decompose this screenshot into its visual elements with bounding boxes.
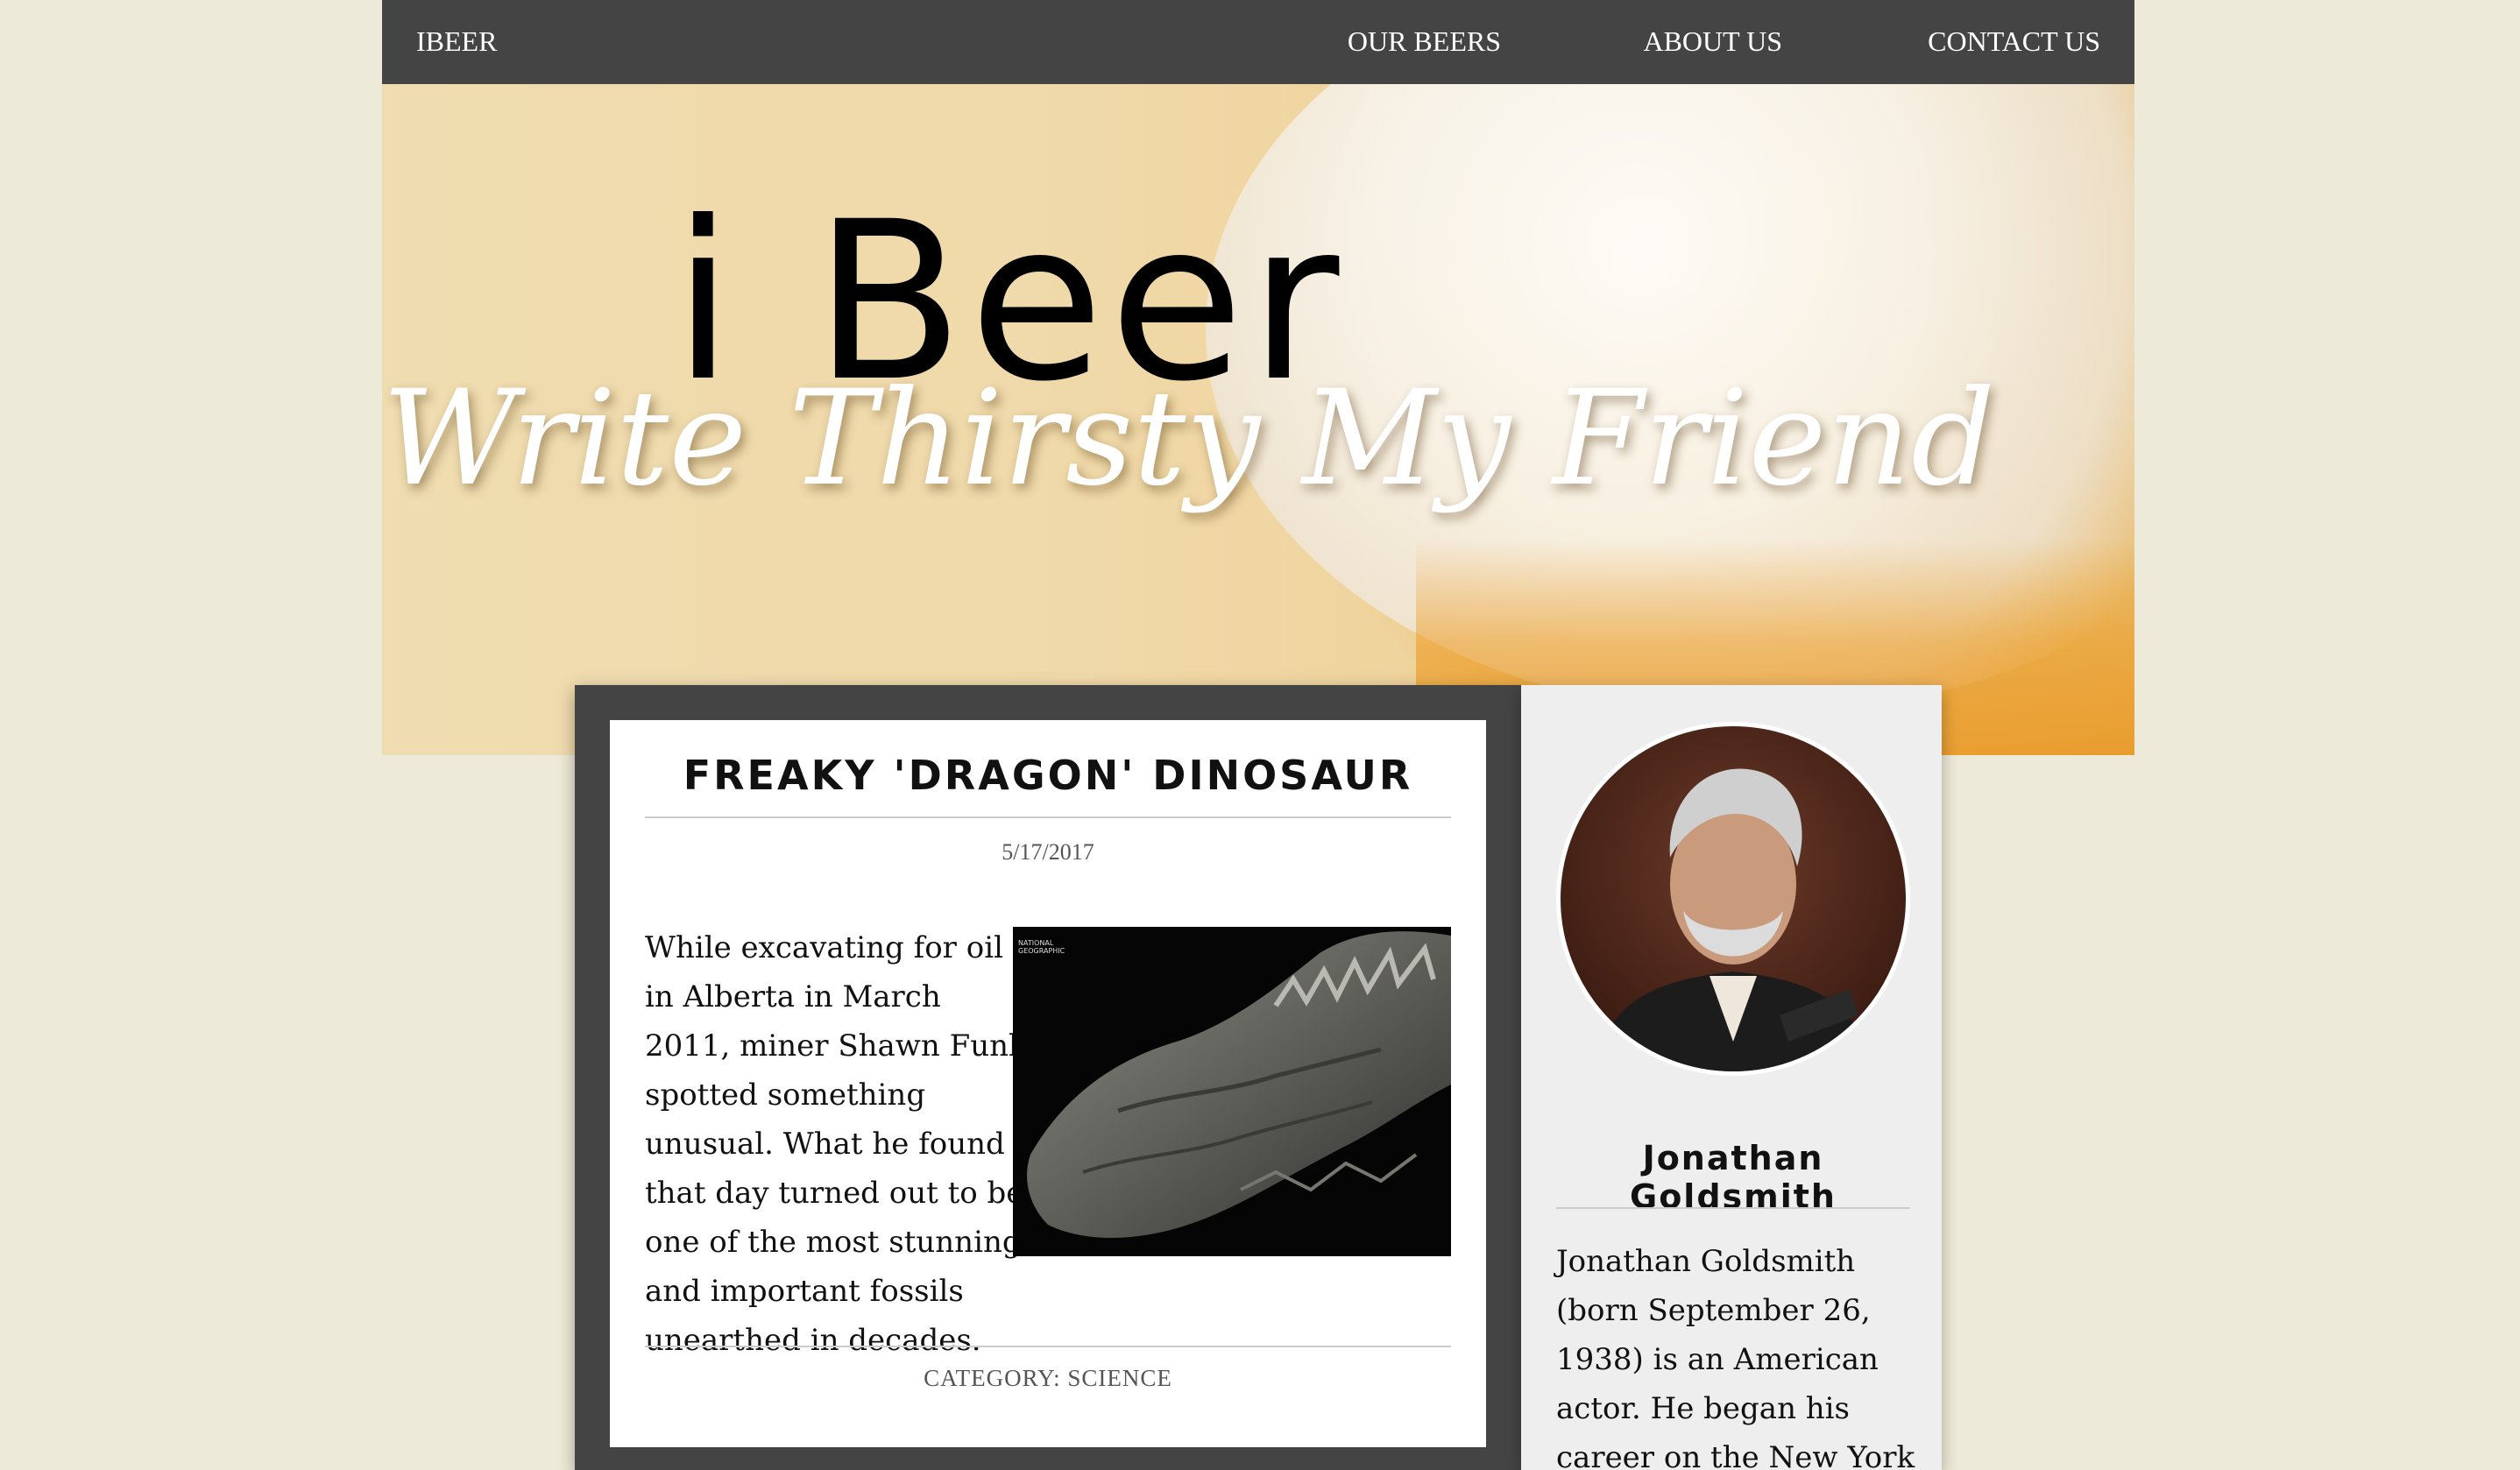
author-sidebar: Jonathan Goldsmith Jonathan Goldsmith (b… xyxy=(1521,685,1942,1470)
author-portrait xyxy=(1596,768,1871,1071)
post-category[interactable]: CATEGORY: SCIENCE xyxy=(645,1365,1451,1392)
post-title[interactable]: FREAKY 'DRAGON' DINOSAUR xyxy=(645,752,1451,799)
post-divider-top xyxy=(645,816,1451,818)
nav-our-beers[interactable]: OUR BEERS xyxy=(1348,25,1501,58)
nav-about-us[interactable]: ABOUT US xyxy=(1643,25,1782,58)
nav-contact-us[interactable]: CONTACT US xyxy=(1928,25,2100,58)
sidebar-divider xyxy=(1556,1207,1910,1209)
post-divider-bottom xyxy=(645,1346,1451,1347)
dinosaur-fossil-image: NATIONAL GEOGRAPHIC xyxy=(1013,927,1451,1256)
blog-post-card: FREAKY 'DRAGON' DINOSAUR 5/17/2017 While… xyxy=(610,720,1486,1447)
image-watermark: NATIONAL GEOGRAPHIC xyxy=(1018,939,1065,955)
top-navbar: IBEER OUR BEERS ABOUT US CONTACT US xyxy=(382,0,2134,84)
post-body: While excavating for oil in Alberta in M… xyxy=(645,930,1027,1358)
post-date: 5/17/2017 xyxy=(1002,839,1094,865)
hero-tagline: Write Thirsty My Friend xyxy=(382,363,1996,515)
author-avatar xyxy=(1556,722,1910,1076)
page: IBEER OUR BEERS ABOUT US CONTACT US i Be… xyxy=(0,0,2520,1470)
hero-banner: i Beer Write Thirsty My Friend xyxy=(382,84,2134,755)
fossil-illustration xyxy=(1027,931,1451,1238)
brand-link[interactable]: IBEER xyxy=(416,25,497,58)
content-area: FREAKY 'DRAGON' DINOSAUR 5/17/2017 While… xyxy=(575,685,1942,1470)
author-bio: Jonathan Goldsmith (born September 26, 1… xyxy=(1556,1244,1915,1470)
author-name: Jonathan Goldsmith xyxy=(1630,1139,1837,1216)
